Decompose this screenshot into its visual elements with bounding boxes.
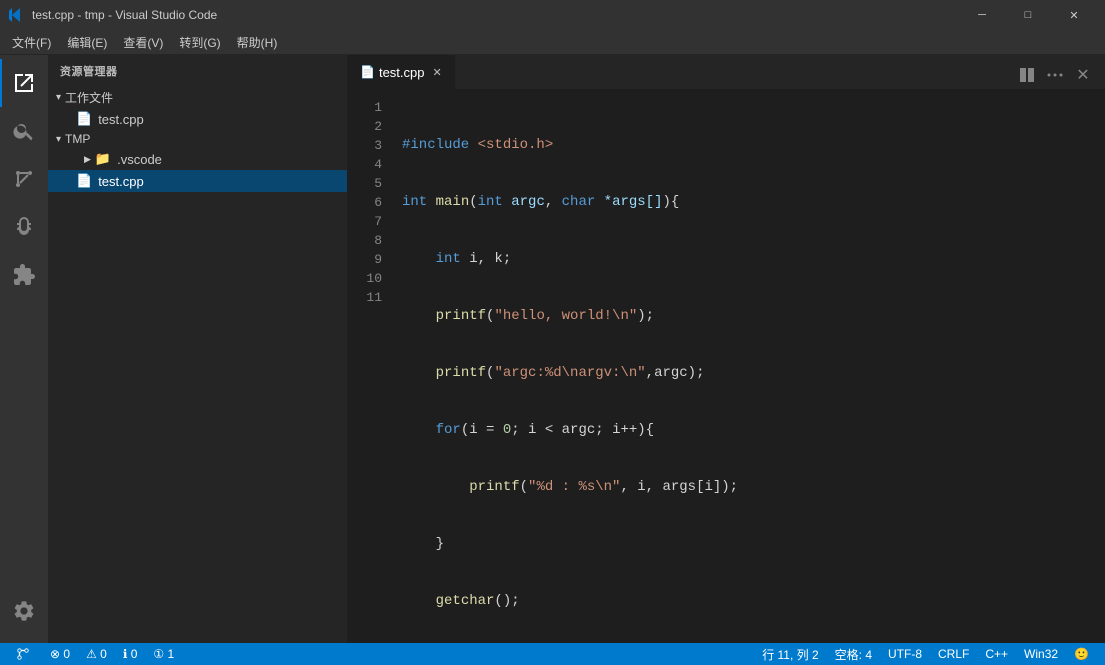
- more-actions-button[interactable]: [1041, 61, 1069, 89]
- folder-vscode-name: .vscode: [117, 152, 162, 167]
- chevron-right-icon: ▶: [84, 154, 91, 165]
- menu-file[interactable]: 文件(F): [4, 30, 59, 54]
- chevron-down-icon: ▾: [56, 92, 61, 103]
- status-errors[interactable]: ⊗ 0: [42, 643, 78, 665]
- code-line-1: #include <stdio.h>: [398, 136, 1091, 155]
- line-numbers: 1 2 3 4 5 6 7 8 9 10 11: [348, 90, 398, 643]
- section-working-files[interactable]: ▾ 工作文件: [48, 87, 347, 108]
- activity-explorer[interactable]: [0, 59, 48, 107]
- close-editor-button[interactable]: ✕: [1069, 61, 1097, 89]
- activity-search[interactable]: [0, 107, 48, 155]
- chevron-down-icon-2: ▾: [56, 134, 61, 145]
- code-line-4: printf("hello, world!\n");: [398, 307, 1091, 326]
- status-git[interactable]: [8, 643, 42, 665]
- activity-settings[interactable]: [0, 587, 48, 635]
- folder-icon: 📁: [95, 151, 111, 167]
- menu-edit[interactable]: 编辑(E): [59, 30, 115, 54]
- scrollbar[interactable]: [1091, 90, 1105, 643]
- working-file-test-cpp[interactable]: 📄 test.cpp: [48, 108, 347, 130]
- code-line-9: getchar();: [398, 592, 1091, 611]
- editor-area: 📄 test.cpp ✕ ✕: [348, 55, 1105, 643]
- close-button[interactable]: ✕: [1051, 0, 1097, 30]
- status-platform[interactable]: Win32: [1016, 643, 1066, 665]
- titlebar: test.cpp - tmp - Visual Studio Code ─ □ …: [0, 0, 1105, 30]
- statusbar: ⊗ 0 ⚠ 0 ℹ 0 ① 1 行 11, 列 2 空格: 4 UTF-8 CR…: [0, 643, 1105, 665]
- activity-scm[interactable]: [0, 155, 48, 203]
- section-working-files-label: 工作文件: [65, 89, 113, 106]
- code-line-6: for(i = 0; i < argc; i++){: [398, 421, 1091, 440]
- code-content[interactable]: #include <stdio.h> int main(int argc, ch…: [398, 90, 1091, 643]
- section-tmp-label: TMP: [65, 132, 90, 146]
- menu-help[interactable]: 帮助(H): [229, 30, 286, 54]
- status-encoding[interactable]: UTF-8: [880, 643, 930, 665]
- tab-test-cpp[interactable]: 📄 test.cpp ✕: [348, 55, 455, 89]
- code-line-8: }: [398, 535, 1091, 554]
- status-line-ending[interactable]: CRLF: [930, 643, 977, 665]
- tab-file-icon: 📄: [360, 65, 375, 79]
- main-layout: 资源管理器 ▾ 工作文件 📄 test.cpp ▾ TMP ▶ 📁 .vscod…: [0, 55, 1105, 643]
- code-line-3: int i, k;: [398, 250, 1091, 269]
- file-test-cpp[interactable]: 📄 test.cpp: [48, 170, 347, 192]
- tab-label: test.cpp: [379, 65, 425, 80]
- status-language[interactable]: C++: [977, 643, 1016, 665]
- minimize-button[interactable]: ─: [959, 0, 1005, 30]
- window-title: test.cpp - tmp - Visual Studio Code: [32, 8, 959, 22]
- working-file-name: test.cpp: [98, 112, 144, 127]
- split-editor-button[interactable]: [1013, 61, 1041, 89]
- window-controls: ─ □ ✕: [959, 0, 1097, 30]
- file-icon: 📄: [76, 111, 92, 127]
- code-line-5: printf("argc:%d\nargv:\n",argc);: [398, 364, 1091, 383]
- status-hints[interactable]: ① 1: [145, 643, 182, 665]
- activity-extensions[interactable]: [0, 251, 48, 299]
- sidebar-header: 资源管理器: [48, 55, 347, 87]
- status-spaces[interactable]: 空格: 4: [827, 643, 880, 665]
- activity-debug[interactable]: [0, 203, 48, 251]
- status-info[interactable]: ℹ 0: [115, 643, 146, 665]
- editor-tabs: 📄 test.cpp ✕ ✕: [348, 55, 1105, 90]
- maximize-button[interactable]: □: [1005, 0, 1051, 30]
- file-test-cpp-name: test.cpp: [98, 174, 144, 189]
- app-icon: [8, 7, 24, 23]
- editor-tab-actions: ✕: [1013, 61, 1105, 89]
- section-tmp[interactable]: ▾ TMP: [48, 130, 347, 148]
- code-line-2: int main(int argc, char *args[]){: [398, 193, 1091, 212]
- status-position[interactable]: 行 11, 列 2: [754, 643, 826, 665]
- cpp-file-icon: 📄: [76, 173, 92, 189]
- activity-bar: [0, 55, 48, 643]
- status-smiley[interactable]: 🙂: [1066, 643, 1097, 665]
- tab-close-icon[interactable]: ✕: [432, 66, 441, 79]
- status-warnings[interactable]: ⚠ 0: [78, 643, 115, 665]
- menu-goto[interactable]: 转到(G): [171, 30, 228, 54]
- folder-vscode[interactable]: ▶ 📁 .vscode: [48, 148, 347, 170]
- menu-view[interactable]: 查看(V): [115, 30, 171, 54]
- code-editor[interactable]: 1 2 3 4 5 6 7 8 9 10 11 #include <stdio.…: [348, 90, 1105, 643]
- menubar: 文件(F) 编辑(E) 查看(V) 转到(G) 帮助(H): [0, 30, 1105, 55]
- code-line-7: printf("%d : %s\n", i, args[i]);: [398, 478, 1091, 497]
- sidebar: 资源管理器 ▾ 工作文件 📄 test.cpp ▾ TMP ▶ 📁 .vscod…: [48, 55, 348, 643]
